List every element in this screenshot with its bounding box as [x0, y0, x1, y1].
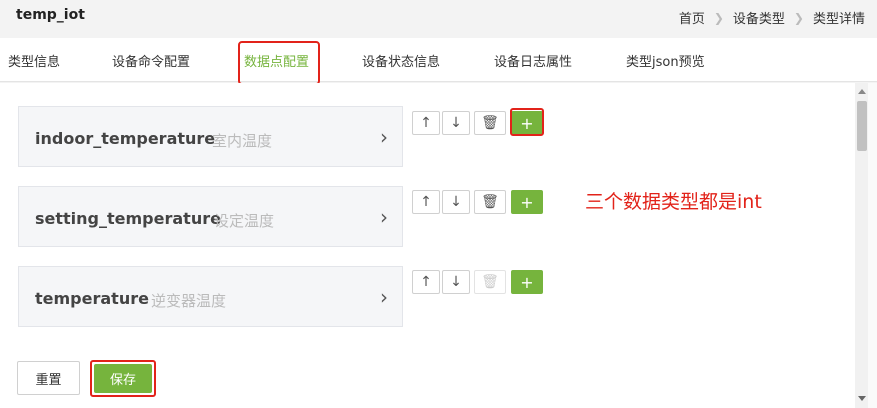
datapoint-item[interactable]: temperature 逆变器温度 › [18, 266, 403, 327]
add-button-highlight [510, 108, 544, 136]
chevron-right-icon[interactable]: › [380, 125, 388, 149]
tab-command-config[interactable]: 设备命令配置 [112, 51, 190, 70]
scroll-thumb[interactable] [857, 101, 867, 151]
breadcrumb-type-detail: 类型详情 [812, 12, 865, 27]
tab-type-info[interactable]: 类型信息 [8, 51, 60, 70]
right-edge [868, 83, 877, 408]
datapoint-desc: 室内温度 [212, 132, 273, 150]
scroll-up-icon[interactable] [858, 89, 866, 94]
datapoint-name: temperature [35, 289, 149, 308]
trash-icon: 🗑 [474, 270, 506, 294]
datapoint-desc: 逆变器温度 [151, 292, 227, 310]
datapoint-name: indoor_temperature [35, 129, 216, 148]
save-button[interactable]: 保存 [94, 364, 152, 393]
tab-log-attributes[interactable]: 设备日志属性 [494, 51, 572, 70]
active-tab-highlight [238, 41, 320, 85]
breadcrumb: 首页 ❯ 设备类型 ❯ 类型详情 [679, 8, 865, 28]
datapoint-item[interactable]: setting_temperature 设定温度 › [18, 186, 403, 247]
arrow-down-icon[interactable]: ↓ [442, 111, 470, 135]
tab-bar: 类型信息 设备命令配置 数据点配置 设备状态信息 设备日志属性 类型json预览 [0, 38, 877, 82]
chevron-right-icon[interactable]: › [380, 285, 388, 309]
arrow-down-icon[interactable]: ↓ [442, 270, 470, 294]
plus-icon[interactable]: + [511, 190, 543, 214]
chevron-right-icon: ❯ [793, 10, 804, 25]
arrow-up-icon[interactable]: ↑ [412, 190, 440, 214]
chevron-right-icon[interactable]: › [380, 205, 388, 229]
plus-icon[interactable]: + [511, 270, 543, 294]
scroll-down-icon[interactable] [858, 396, 866, 401]
arrow-down-icon[interactable]: ↓ [442, 190, 470, 214]
chevron-right-icon: ❯ [713, 10, 724, 25]
page-title: temp_iot [16, 7, 85, 23]
arrow-up-icon[interactable]: ↑ [412, 270, 440, 294]
breadcrumb-home[interactable]: 首页 [679, 8, 705, 27]
trash-icon[interactable]: 🗑 [474, 111, 506, 135]
tab-json-preview[interactable]: 类型json预览 [626, 51, 705, 70]
scrollbar[interactable] [855, 83, 868, 408]
trash-icon[interactable]: 🗑 [474, 190, 506, 214]
reset-button[interactable]: 重置 [17, 361, 80, 395]
datapoint-item[interactable]: indoor_temperature 室内温度 › [18, 106, 403, 167]
breadcrumb-device-type[interactable]: 设备类型 [733, 8, 785, 27]
arrow-up-icon[interactable]: ↑ [412, 111, 440, 135]
annotation-text: 三个数据类型都是int [585, 191, 762, 213]
datapoint-desc: 设定温度 [214, 212, 275, 230]
tab-status-info[interactable]: 设备状态信息 [362, 51, 440, 70]
top-bar: temp_iot 首页 ❯ 设备类型 ❯ 类型详情 [0, 0, 877, 33]
datapoint-name: setting_temperature [35, 209, 221, 228]
